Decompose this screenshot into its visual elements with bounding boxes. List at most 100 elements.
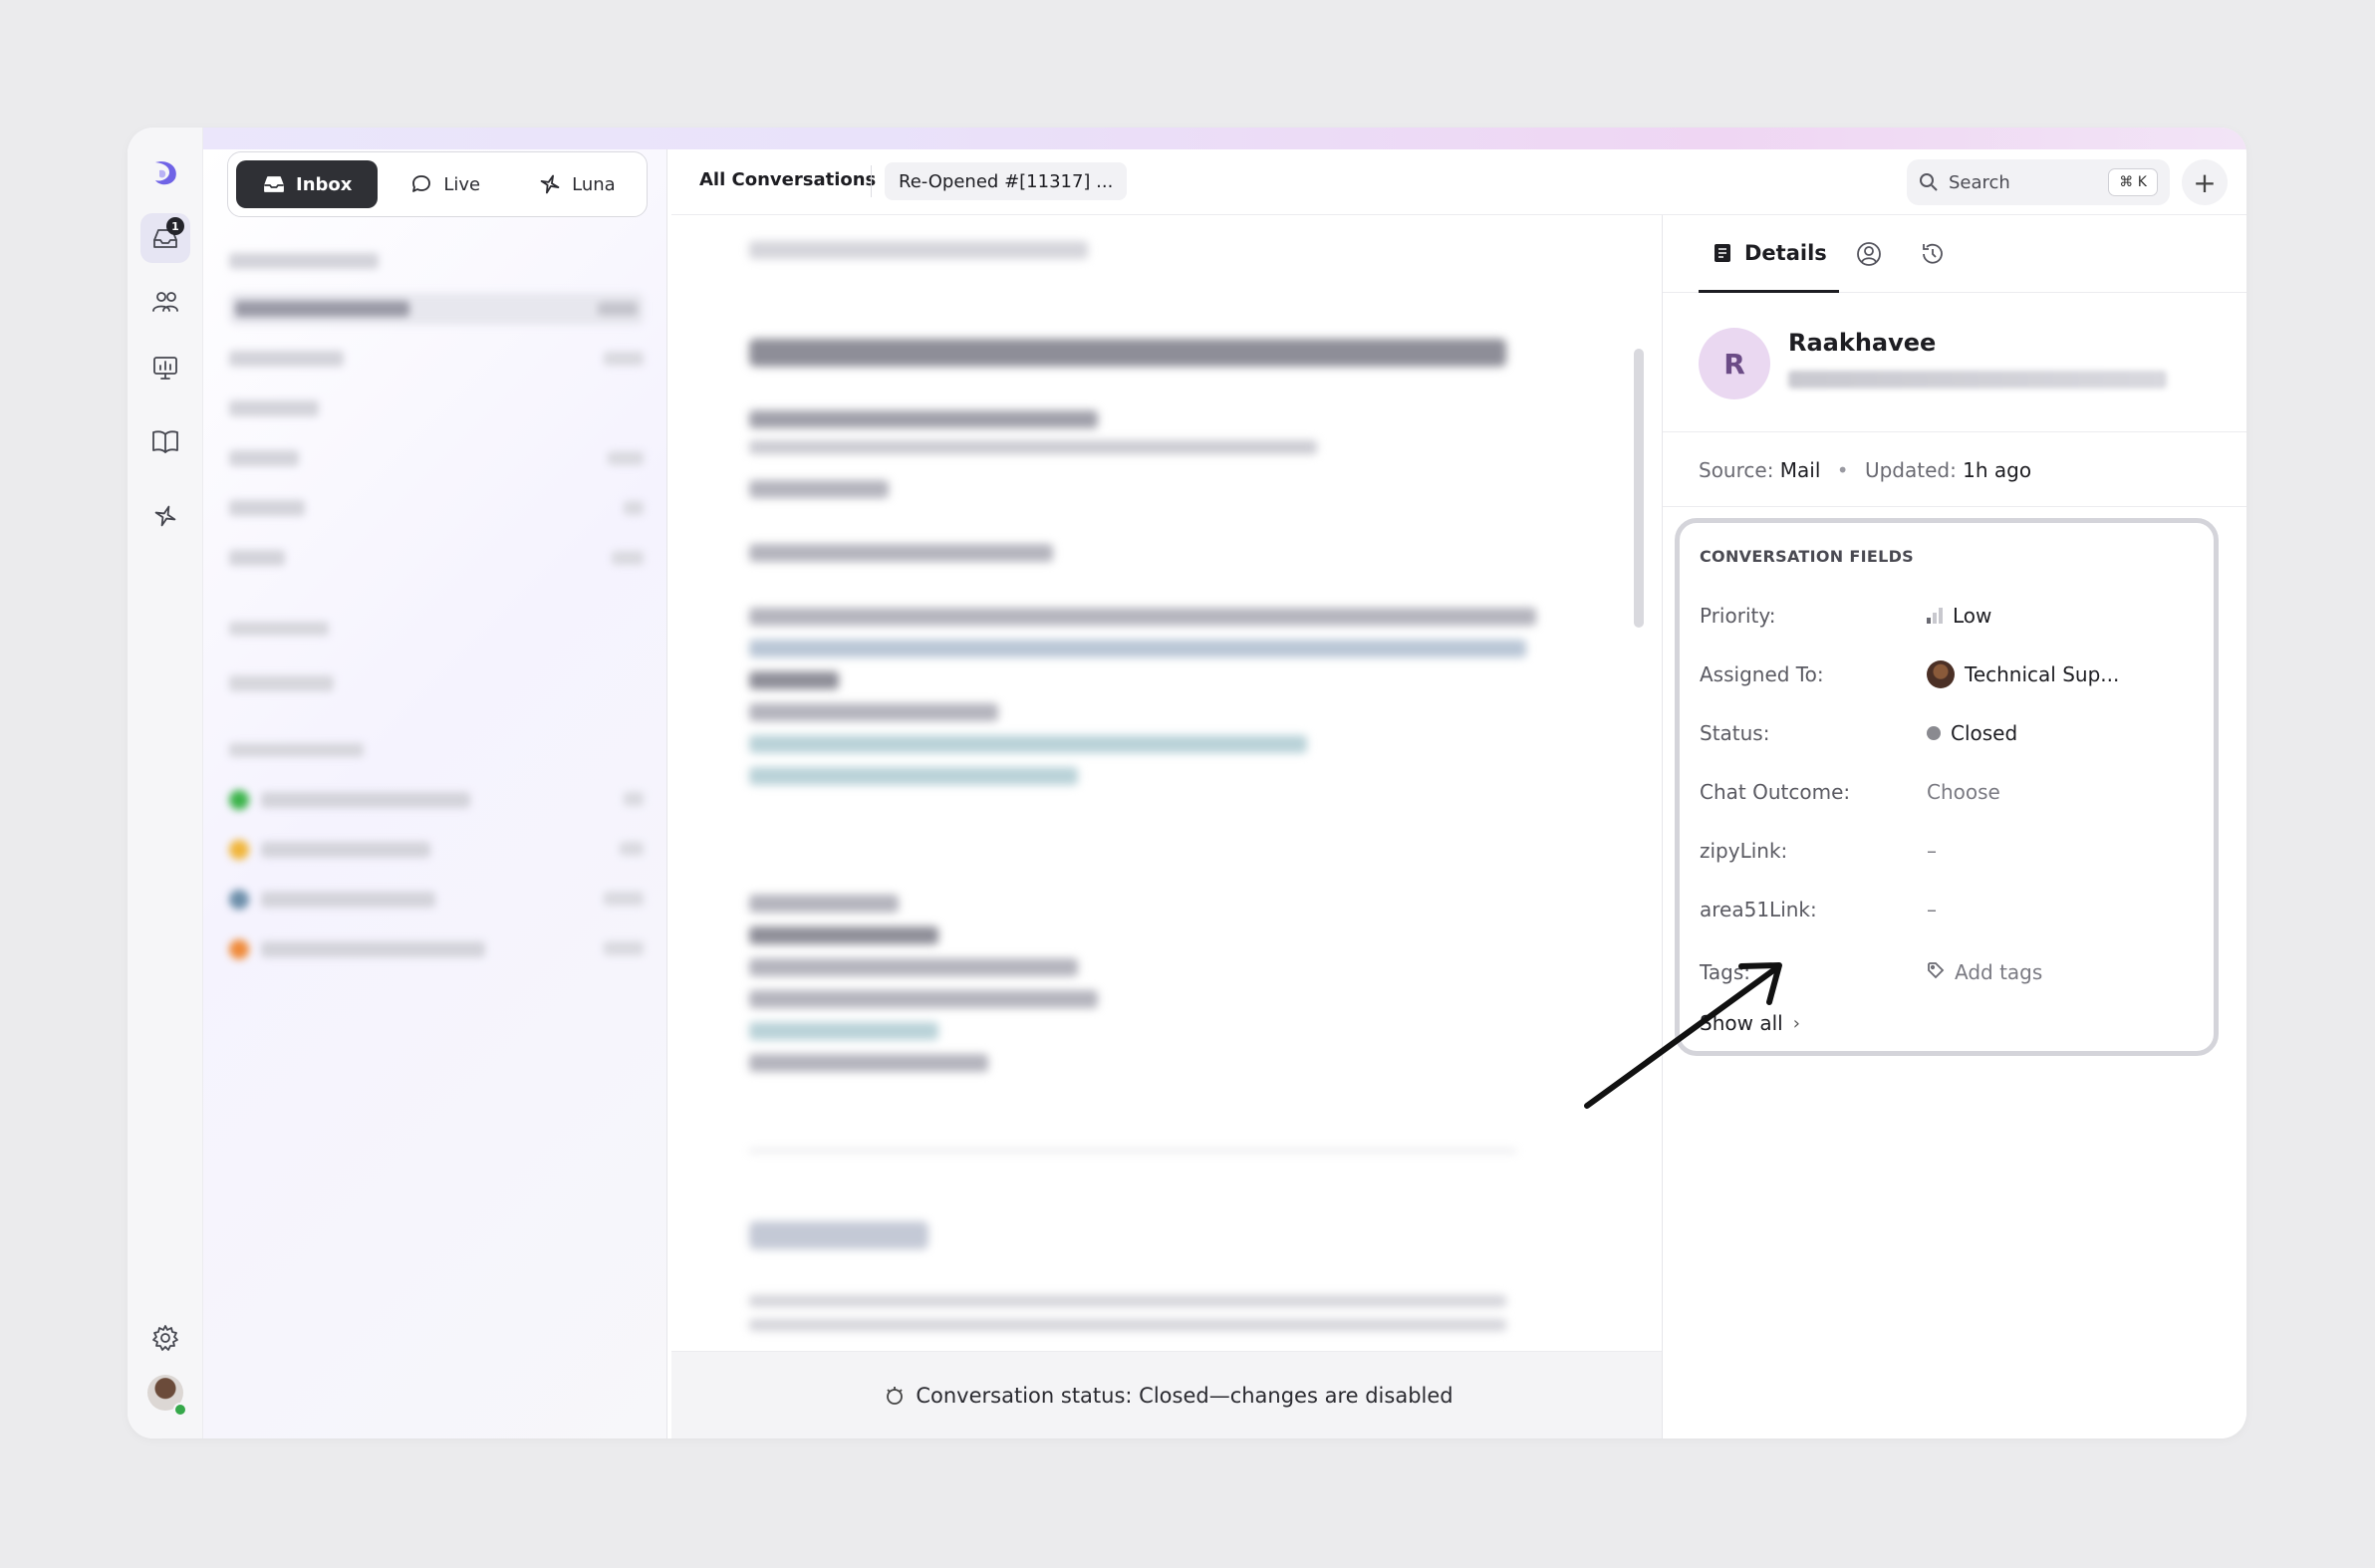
assignee-avatar [1927,660,1955,688]
conversation-meta: Source: Mail • Updated: 1h ago [1699,458,2031,482]
tab-all-conversations[interactable]: All Conversations [699,169,876,190]
updated-value: 1h ago [1963,458,2032,482]
new-conversation-button[interactable]: + [2182,159,2228,205]
priority-value[interactable]: Low [1927,604,1991,628]
reports-rail-button[interactable] [140,343,190,392]
chat-outcome-label: Chat Outcome: [1700,780,1851,804]
search-icon [1920,173,1938,191]
details-panel: Details R Raakhavee Source: Mail • Updat… [1662,215,2246,1438]
priority-text: Low [1953,604,1992,628]
updated-label: Updated: [1864,458,1957,482]
assigned-row: Assigned To: Technical Sup... [1700,659,2194,689]
search-input[interactable] [1949,171,2098,193]
status-text: Closed [1951,721,2018,745]
ai-rail-button[interactable] [140,491,190,541]
live-mode-label: Live [443,173,481,195]
list-item [229,883,644,915]
source-label: Source: [1699,458,1774,482]
tab-contact[interactable] [1854,239,1884,269]
list-item [229,293,644,325]
conversation-status-message: Conversation status: Closed—changes are … [916,1383,1453,1408]
divider [871,165,872,197]
inbox-navigation-panel: Inbox Live Luna [203,149,667,1438]
divider [1663,506,2246,507]
list-item [229,492,644,524]
priority-row: Priority: Low [1700,601,2194,631]
live-mode-button[interactable]: Live [384,160,506,208]
list-item [229,343,644,375]
add-tags-button[interactable]: Add tags [1927,960,2042,984]
icon-rail: 1 [128,128,203,1438]
inbox-badge: 1 [166,217,184,235]
contact-name[interactable]: Raakhavee [1788,329,1936,357]
list-item [229,833,644,865]
status-icon [887,1386,904,1405]
contact-card: R Raakhavee [1663,293,2246,432]
chat-bubble-icon [412,175,431,192]
list-item [229,245,644,277]
top-gradient-strip [128,128,2246,149]
zipylink-row: zipyLink: – [1700,836,2194,866]
knowledge-base-rail-button[interactable] [140,416,190,466]
blurred-email-content [671,215,1666,1351]
book-icon [152,430,178,453]
separator-dot: • [1836,458,1849,482]
tab-history[interactable] [1918,239,1948,269]
search-box[interactable]: ⌘ K [1907,159,2170,205]
list-item [229,542,644,574]
status-value[interactable]: Closed [1927,721,2017,745]
tag-icon [1927,960,1945,984]
tab-current-conversation[interactable]: Re-Opened #[11317] ... [885,162,1128,200]
section-heading [229,622,329,636]
section-heading [229,743,364,757]
blurred-folder-list [217,245,656,1002]
logo-icon[interactable] [140,147,190,197]
history-icon [1923,243,1943,264]
sparkle-icon [154,505,176,527]
area51link-label: area51Link: [1700,898,1817,921]
details-tabs: Details [1663,215,2246,293]
signal-bars-icon [1927,608,1943,624]
source-value: Mail [1779,458,1821,482]
user-circle-icon [1857,242,1881,266]
assigned-label: Assigned To: [1700,662,1824,686]
priority-label: Priority: [1700,604,1776,628]
contact-avatar: R [1699,328,1770,399]
area51link-value[interactable]: – [1927,898,1937,921]
list-item [229,667,644,699]
zipylink-label: zipyLink: [1700,839,1788,863]
contact-email-blurred [1788,371,2167,389]
zipylink-value[interactable]: – [1927,839,1937,863]
mode-switcher: Inbox Live Luna [227,151,648,217]
settings-rail-button[interactable] [140,1313,190,1363]
app-window: 1 Inbox Live Luna All Conversations Re-O… [128,128,2246,1438]
status-dot-icon [1927,726,1941,740]
search-shortcut-hint: ⌘ K [2108,168,2158,196]
assigned-value[interactable]: Technical Sup... [1927,660,2119,688]
status-label: Status: [1700,721,1770,745]
users-icon [152,292,178,312]
assigned-text: Technical Sup... [1965,662,2120,686]
inbox-mode-label: Inbox [296,173,353,195]
status-row: Status: Closed [1700,718,2194,748]
plus-icon: + [2193,165,2217,199]
inbox-mode-button[interactable]: Inbox [236,160,379,208]
email-thread [671,215,1666,1351]
chat-outcome-select[interactable]: Choose [1927,780,2000,804]
chat-outcome-row: Chat Outcome: Choose [1700,777,2194,807]
inbox-rail-button[interactable]: 1 [140,213,190,263]
conversation-status-bar: Conversation status: Closed—changes are … [671,1351,1666,1438]
scrollbar[interactable] [1634,349,1644,628]
contacts-rail-button[interactable] [140,277,190,327]
conversation-fields-heading: CONVERSATION FIELDS [1700,547,1914,566]
luna-mode-button[interactable]: Luna [512,160,642,208]
area51link-row: area51Link: – [1700,895,2194,924]
list-item [229,392,644,424]
tab-details[interactable]: Details [1699,215,1839,293]
inbox-icon [264,176,284,192]
gear-icon [152,1325,178,1351]
chevron-right-icon: › [1792,1012,1800,1034]
list-item [229,783,644,815]
document-icon [1715,243,1730,262]
annotation-arrow-icon [1584,962,1782,1109]
